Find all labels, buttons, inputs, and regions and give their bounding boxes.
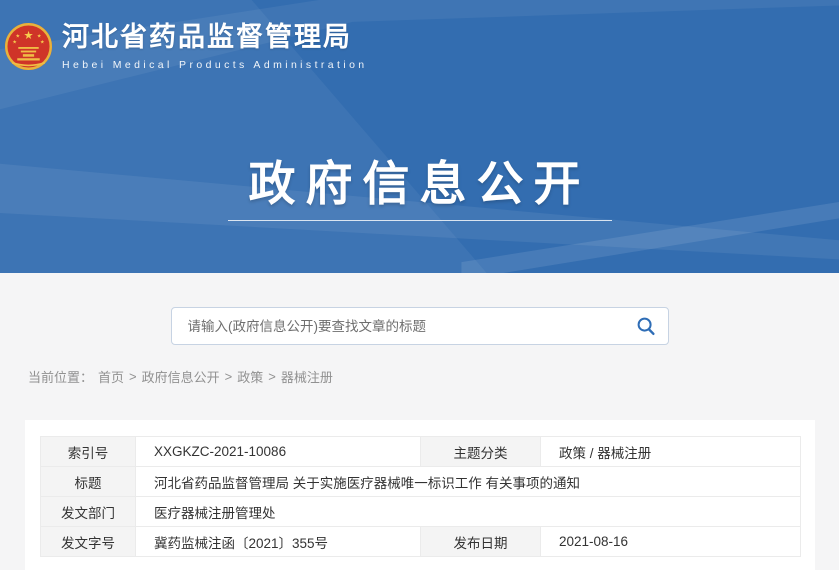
search-button[interactable] (624, 308, 668, 344)
page-title: 政府信息公开 (249, 157, 591, 210)
breadcrumb-item-policy[interactable]: 政策 (237, 367, 263, 386)
search-icon (636, 316, 656, 336)
site-name: 河北省药品监督管理局 (62, 22, 368, 53)
national-emblem-icon: ★ ★ ★ ★ ★ (4, 22, 53, 71)
breadcrumb-separator: > (225, 369, 233, 384)
table-row: 索引号 XXGKZC-2021-10086 主题分类 政策 / 器械注册 (41, 437, 801, 467)
table-row: 标题 河北省药品监督管理局 关于实施医疗器械唯一标识工作 有关事项的通知 (41, 467, 801, 497)
index-number-value: XXGKZC-2021-10086 (136, 437, 421, 467)
hero-banner: ★ ★ ★ ★ ★ 河北省药品监督管理局 Hebei Medical Produ… (0, 0, 839, 273)
index-number-label: 索引号 (41, 437, 136, 467)
breadcrumb-item-device-registration[interactable]: 器械注册 (281, 367, 333, 386)
banner-divider (228, 220, 612, 221)
title-label: 标题 (41, 467, 136, 497)
breadcrumb-separator: > (129, 369, 137, 384)
table-row: 发文字号 冀药监械注函〔2021〕355号 发布日期 2021-08-16 (41, 527, 801, 557)
publish-date-value: 2021-08-16 (541, 527, 801, 557)
topic-category-label: 主题分类 (421, 437, 541, 467)
svg-text:★: ★ (40, 39, 45, 45)
svg-text:★: ★ (12, 39, 17, 45)
document-number-label: 发文字号 (41, 527, 136, 557)
document-info-card: 索引号 XXGKZC-2021-10086 主题分类 政策 / 器械注册 标题 … (25, 420, 815, 570)
search-input[interactable] (172, 308, 624, 344)
table-row: 发文部门 医疗器械注册管理处 (41, 497, 801, 527)
issuing-department-value: 医疗器械注册管理处 (136, 497, 801, 527)
breadcrumb-item-home[interactable]: 首页 (98, 367, 124, 386)
publish-date-label: 发布日期 (421, 527, 541, 557)
breadcrumb: 当前位置： 首页 > 政府信息公开 > 政策 > 器械注册 (28, 367, 839, 386)
site-titles: 河北省药品监督管理局 Hebei Medical Products Admini… (62, 22, 368, 70)
breadcrumb-separator: > (268, 369, 276, 384)
topic-category-value: 政策 / 器械注册 (541, 437, 801, 467)
breadcrumb-label: 当前位置： (28, 367, 93, 386)
document-number-value: 冀药监械注函〔2021〕355号 (136, 527, 421, 557)
content-area: 当前位置： 首页 > 政府信息公开 > 政策 > 器械注册 索引号 XXGKZC… (0, 273, 839, 570)
site-header: ★ ★ ★ ★ ★ 河北省药品监督管理局 Hebei Medical Produ… (4, 22, 368, 71)
site-name-english: Hebei Medical Products Administration (62, 59, 368, 71)
issuing-department-label: 发文部门 (41, 497, 136, 527)
svg-text:★: ★ (37, 33, 42, 39)
svg-text:★: ★ (23, 30, 33, 42)
svg-text:★: ★ (15, 33, 20, 39)
document-info-table: 索引号 XXGKZC-2021-10086 主题分类 政策 / 器械注册 标题 … (40, 436, 801, 557)
breadcrumb-item-gov-info[interactable]: 政府信息公开 (142, 367, 220, 386)
title-value: 河北省药品监督管理局 关于实施医疗器械唯一标识工作 有关事项的通知 (136, 467, 801, 497)
search-box (171, 307, 669, 345)
